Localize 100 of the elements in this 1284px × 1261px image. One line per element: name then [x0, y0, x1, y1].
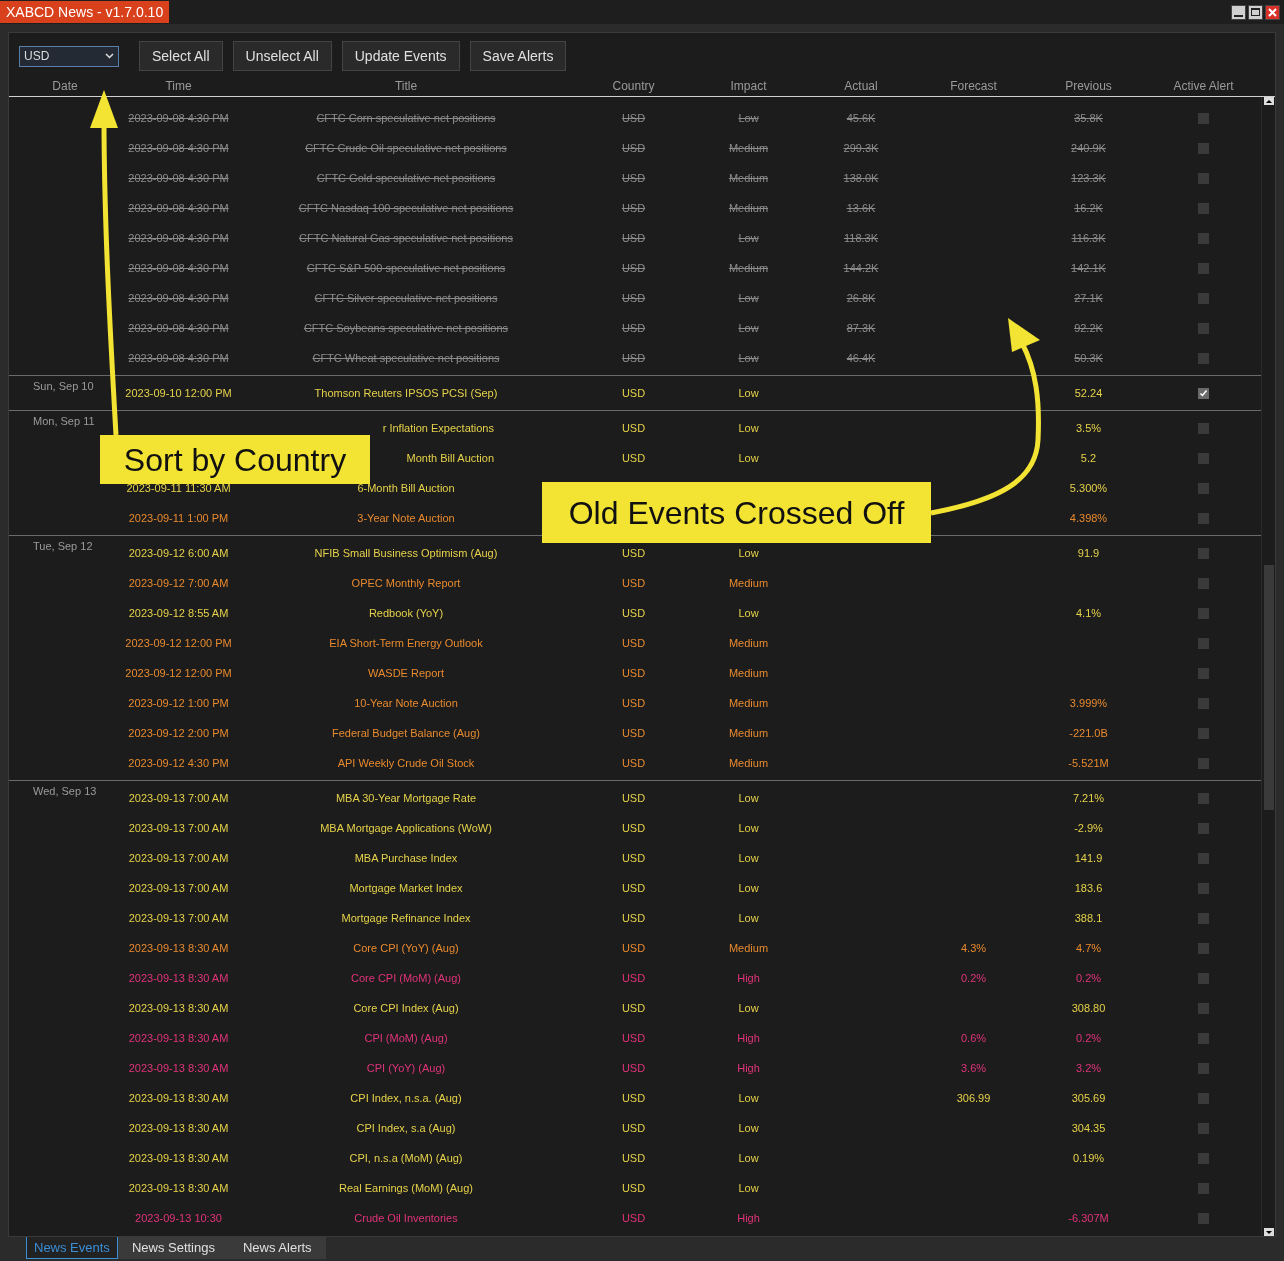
event-title: CPI, n.s.a (MoM) (Aug) — [349, 1150, 463, 1166]
event-title: EIA Short-Term Energy Outlook — [329, 635, 483, 651]
country-code: USD — [621, 450, 646, 466]
alert-checkbox[interactable] — [1198, 1032, 1209, 1044]
alert-checkbox[interactable] — [1198, 547, 1209, 559]
callout-label: Sort by Country — [100, 435, 370, 484]
alert-checkbox[interactable] — [1198, 727, 1209, 739]
previous-value: 304.35 — [1071, 1120, 1106, 1136]
event-title: Federal Budget Balance (Aug) — [332, 725, 480, 741]
minimize-button[interactable] — [1231, 4, 1246, 20]
alert-checkbox[interactable] — [1198, 757, 1209, 769]
event-title: Thomson Reuters IPSOS PCSI (Sep) — [314, 385, 498, 401]
impact-level: Low — [738, 385, 759, 401]
tab[interactable]: News Alerts — [228, 1237, 326, 1259]
country-code: USD — [621, 665, 646, 681]
tab[interactable]: News Settings — [117, 1237, 229, 1259]
alert-checkbox[interactable] — [1198, 822, 1209, 834]
alert-checkbox[interactable] — [1198, 422, 1209, 434]
previous-value: 388.1 — [1074, 910, 1103, 926]
event-time: 2023-09-08 4:30 PM — [128, 351, 229, 365]
event-time: 2023-09-13 10:30 — [135, 1211, 222, 1225]
alert-checkbox[interactable] — [1198, 942, 1209, 954]
actual-value: 118.3K — [843, 230, 879, 246]
event-time: 2023-09-08 4:30 PM — [128, 261, 229, 275]
event-time: 2023-09-12 8:55 AM — [128, 606, 229, 620]
alert-checkbox[interactable] — [1198, 352, 1209, 364]
event-title: 10-Year Note Auction — [354, 695, 458, 711]
event-time: 2023-09-13 8:30 AM — [128, 1001, 229, 1015]
event-title: CFTC Crude Oil speculative net positions — [305, 140, 507, 156]
alert-checkbox[interactable] — [1198, 637, 1209, 649]
alert-checkbox[interactable] — [1198, 852, 1209, 864]
close-button[interactable] — [1265, 4, 1280, 20]
alert-checkbox[interactable] — [1198, 1122, 1209, 1134]
alert-checkbox[interactable] — [1198, 262, 1209, 274]
impact-level: Low — [738, 1180, 759, 1196]
column-header[interactable]: Date — [52, 76, 78, 95]
alert-checkbox[interactable] — [1198, 112, 1209, 124]
alert-checkbox[interactable] — [1198, 882, 1209, 894]
tab[interactable]: News Events — [26, 1237, 118, 1259]
currency-dropdown[interactable]: USD — [19, 45, 119, 67]
event-title: CFTC Nasdaq 100 speculative net positions — [298, 200, 514, 216]
alert-checkbox[interactable] — [1198, 452, 1209, 464]
alert-checkbox[interactable] — [1198, 1092, 1209, 1104]
country-code: USD — [621, 420, 646, 436]
alert-checkbox[interactable] — [1198, 1062, 1209, 1074]
event-time: 2023-09-12 4:30 PM — [128, 756, 229, 770]
alert-checkbox[interactable] — [1198, 792, 1209, 804]
alert-checkbox[interactable] — [1198, 172, 1209, 184]
event-title: Core CPI (YoY) (Aug) — [353, 940, 459, 956]
toolbar-button[interactable]: Save Alerts — [469, 41, 567, 71]
alert-checkbox[interactable] — [1198, 232, 1209, 244]
impact-level: Low — [738, 420, 759, 436]
column-header[interactable]: Country — [612, 76, 655, 95]
maximize-button[interactable] — [1248, 4, 1263, 20]
impact-level: High — [737, 1060, 760, 1076]
alert-checkbox[interactable] — [1198, 292, 1209, 304]
country-code: USD — [621, 1180, 646, 1196]
alert-checkbox[interactable] — [1198, 142, 1209, 154]
alert-checkbox[interactable] — [1198, 577, 1209, 589]
column-header[interactable]: Actual — [844, 76, 878, 95]
toolbar-button[interactable]: Select All — [139, 41, 223, 71]
alert-checkbox[interactable] — [1198, 667, 1209, 679]
column-header[interactable]: Forecast — [950, 76, 997, 95]
event-time: 2023-09-13 7:00 AM — [128, 911, 229, 925]
country-code: USD — [621, 260, 646, 276]
column-header[interactable]: Title — [394, 76, 418, 95]
alert-checkbox[interactable] — [1198, 1152, 1209, 1164]
column-header[interactable]: Previous — [1065, 76, 1112, 95]
event-title: CPI Index, n.s.a. (Aug) — [350, 1090, 462, 1106]
alert-checkbox[interactable] — [1198, 1212, 1209, 1224]
column-header[interactable]: Time — [165, 76, 192, 95]
alert-checkbox[interactable] — [1198, 697, 1209, 709]
alert-checkbox[interactable] — [1198, 972, 1209, 984]
column-header[interactable]: Impact — [730, 76, 767, 95]
alert-checkbox[interactable] — [1198, 512, 1209, 524]
alert-checkbox[interactable] — [1198, 202, 1209, 214]
alert-checkbox[interactable] — [1198, 607, 1209, 619]
impact-level: Medium — [728, 755, 769, 771]
event-time: 2023-09-13 8:30 AM — [128, 1091, 229, 1105]
previous-value: 123.3K — [1071, 170, 1106, 186]
alert-checkbox[interactable] — [1198, 322, 1209, 334]
toolbar-button[interactable]: Update Events — [341, 41, 460, 71]
event-title: CFTC Silver speculative net positions — [314, 290, 498, 306]
alert-checkbox[interactable] — [1198, 1182, 1209, 1194]
scrollbar[interactable] — [1261, 97, 1275, 1236]
alert-checkbox[interactable] — [1198, 482, 1209, 494]
toolbar-button[interactable]: Unselect All — [232, 41, 332, 71]
country-code: USD — [621, 1210, 646, 1226]
date-label: Tue, Sep 12 — [33, 539, 93, 553]
impact-level: High — [737, 1030, 760, 1046]
callout-label: Old Events Crossed Off — [542, 482, 931, 543]
event-title: MBA 30-Year Mortgage Rate — [335, 790, 477, 806]
alert-checkbox[interactable] — [1198, 912, 1209, 924]
event-title: Crude Oil Inventories — [354, 1210, 458, 1226]
alert-checkbox[interactable] — [1198, 387, 1209, 399]
column-header[interactable]: Active Alert — [1173, 76, 1234, 95]
impact-level: Low — [738, 450, 759, 466]
impact-level: Low — [738, 605, 759, 621]
country-code: USD — [621, 755, 646, 771]
alert-checkbox[interactable] — [1198, 1002, 1209, 1014]
